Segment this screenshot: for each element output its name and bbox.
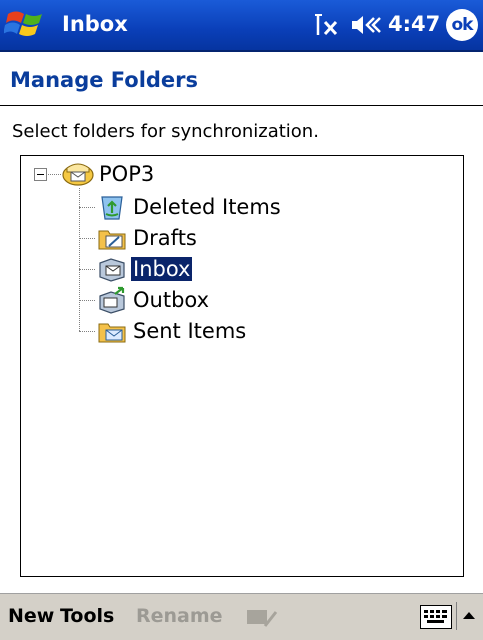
title-bar: Inbox 4:47 ok [0, 0, 483, 52]
tree-node-label: Deleted Items [133, 195, 281, 219]
tools-menu[interactable]: Tools [60, 605, 114, 627]
start-menu-icon[interactable] [4, 6, 52, 44]
tree-connector [79, 188, 80, 331]
heading-divider [0, 105, 483, 106]
instruction-text: Select folders for synchronization. [12, 121, 319, 142]
tree-node-sent-items[interactable]: Sent Items [97, 317, 297, 347]
keyboard-icon[interactable] [420, 605, 452, 629]
tree-node-label: Inbox [129, 256, 194, 282]
speaker-icon[interactable] [350, 13, 382, 37]
tree-connector [79, 207, 95, 208]
tree-node-label: Drafts [133, 226, 197, 250]
app-title[interactable]: Inbox [62, 12, 128, 36]
new-menu[interactable]: New [8, 605, 54, 627]
stylus-icon[interactable] [245, 604, 279, 630]
sip-arrow-glyph [463, 612, 475, 619]
up-arrow-icon[interactable] [456, 602, 481, 630]
ok-button[interactable]: ok [446, 9, 478, 41]
no-signal-icon[interactable] [314, 12, 342, 38]
tree-connector [79, 300, 95, 301]
page-title: Manage Folders [10, 68, 199, 92]
folder-tree[interactable]: POP3 Deleted Items Drafts Inbox Outbox S… [20, 155, 464, 577]
tree-connector [48, 174, 61, 175]
inbox-folder-icon [99, 258, 125, 282]
drafts-folder-icon [98, 230, 126, 250]
tree-connector [79, 238, 95, 239]
keyboard-keys-icon [424, 610, 447, 623]
tree-connector [79, 269, 95, 270]
tree-node-inbox[interactable]: Inbox [97, 255, 257, 285]
command-bar: New Tools Rename [0, 593, 483, 640]
tree-node-deleted-items[interactable]: Deleted Items [97, 193, 297, 223]
tree-node-drafts[interactable]: Drafts [97, 224, 257, 254]
tree-node-pop3[interactable]: POP3 [61, 160, 201, 190]
mailbox-icon [62, 163, 94, 186]
tree-node-label: Sent Items [133, 319, 247, 343]
sent-folder-icon [98, 323, 126, 343]
tree-node-label: Outbox [133, 288, 210, 312]
outbox-folder-icon [99, 286, 125, 314]
rename-button[interactable]: Rename [136, 605, 223, 627]
tree-node-outbox[interactable]: Outbox [97, 286, 257, 316]
clock[interactable]: 4:47 [388, 12, 440, 36]
recycle-bin-icon [101, 196, 123, 220]
tree-connector [79, 331, 95, 332]
collapse-toggle[interactable] [34, 168, 47, 181]
tree-node-label: POP3 [99, 162, 155, 186]
